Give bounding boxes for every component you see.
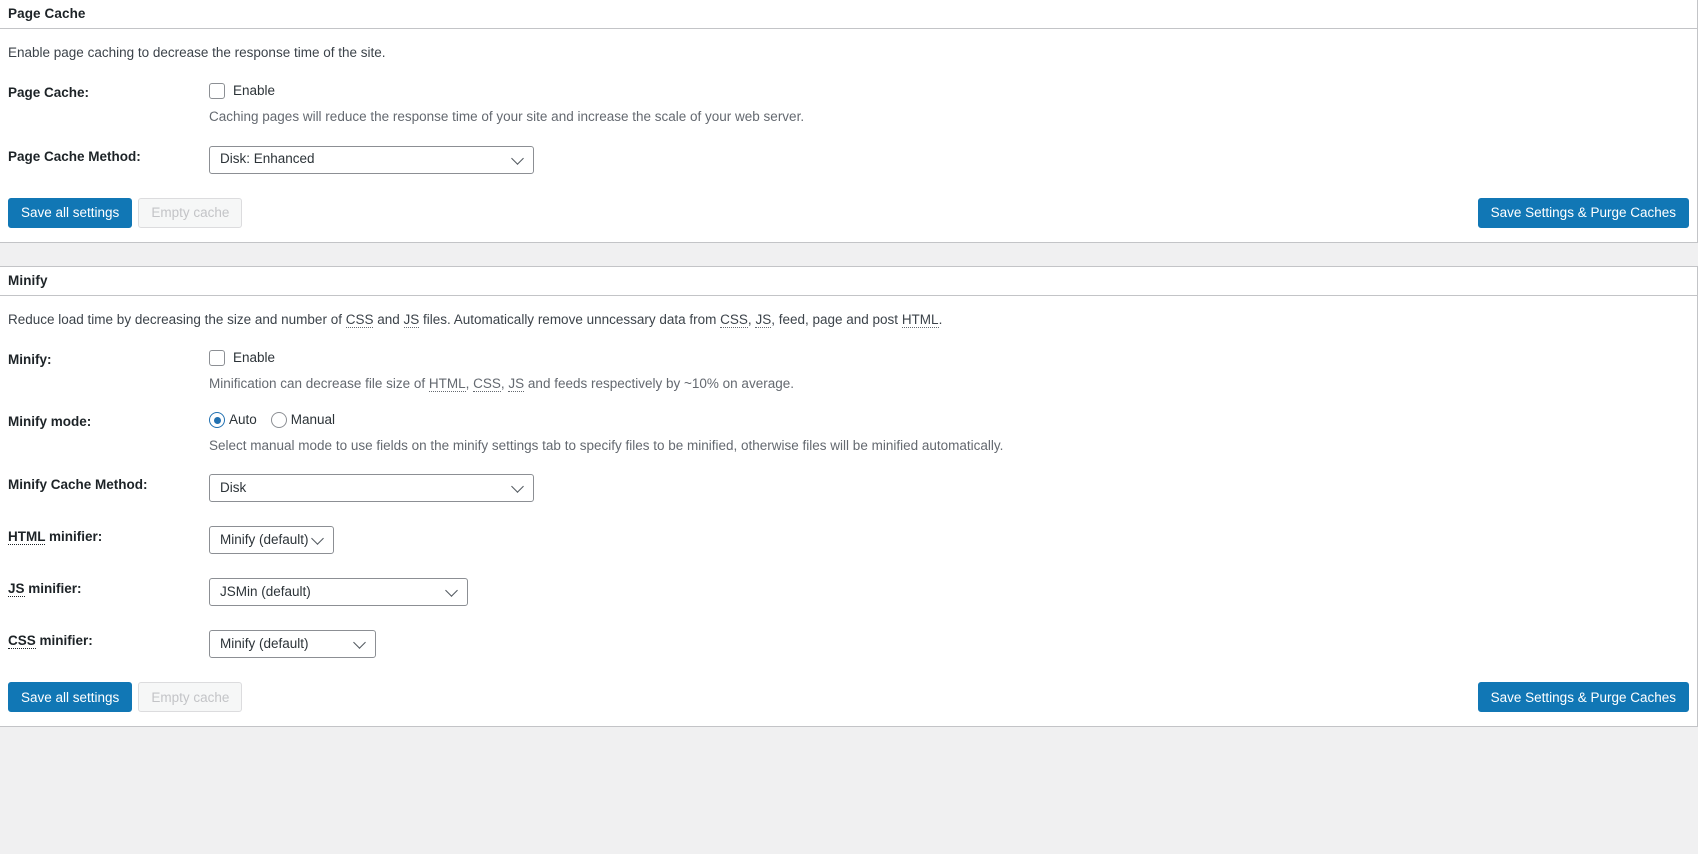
page-cache-enable-help: Caching pages will reduce the response t… [209,109,805,125]
page-cache-save-all-settings-button[interactable]: Save all settings [8,197,133,228]
minify-empty-cache-button[interactable]: Empty cache [138,682,243,713]
page-cache-method-row: Page Cache Method: Disk: Enhanced [0,134,1697,186]
page-cache-description: Enable page caching to decrease the resp… [8,45,386,60]
page-cache-save-purge-button[interactable]: Save Settings & Purge Caches [1477,197,1689,228]
css-minifier-row: CSS minifier: Minify (default) [0,618,1697,670]
minify-mode-row: Minify mode: Auto Manual Select manual m… [0,400,1697,462]
css-minifier-label-rest: minifier: [35,633,93,649]
html-abbr: HTML [428,375,466,392]
minify-title: Minify [8,272,48,288]
page-cache-enable-cell: Enable Caching pages will reduce the res… [209,71,1697,133]
minify-header: Minify [0,266,1697,296]
page-cache-submit-bar: Save all settings Empty cache Save Setti… [0,186,1697,242]
html-abbr: HTML [8,529,46,546]
page-cache-enable-checkbox-label: Enable [233,83,276,99]
minify-mode-help: Select manual mode to use fields on the … [209,438,1004,453]
page-cache-enable-checkbox-wrap[interactable]: Enable [209,82,1687,100]
minify-cache-method-select[interactable]: Disk [209,474,534,503]
page-cache-method-label: Page Cache Method: [8,148,141,164]
minify-enable-checkbox-wrap[interactable]: Enable [209,349,1687,367]
js-abbr: JS [8,581,25,598]
section-separator [0,242,1698,266]
html-minifier-label: HTML minifier: [0,514,209,566]
html-minifier-cell: Minify (default) [209,514,1697,566]
html-minifier-select[interactable]: Minify (default) [209,526,334,555]
css-abbr: CSS [720,311,748,328]
minify-save-purge-button[interactable]: Save Settings & Purge Caches [1477,682,1689,713]
minify-cache-method-cell: Disk [209,462,1697,514]
minify-submit-bar: Save all settings Empty cache Save Setti… [0,670,1697,726]
css-abbr: CSS [8,633,36,650]
html-abbr: HTML [901,311,939,328]
minify-cache-method-row: Minify Cache Method: Disk [0,462,1697,514]
radio-selected-icon[interactable] [209,412,225,428]
css-abbr: CSS [473,375,501,392]
minify-description: Reduce load time by decreasing the size … [8,311,943,328]
page-cache-empty-cache-button[interactable]: Empty cache [138,197,243,228]
page-cache-section: Page Cache Enable page caching to decrea… [0,0,1698,243]
minify-mode-auto-label: Auto [229,411,257,427]
page-cache-right-buttons: Save Settings & Purge Caches [1477,197,1689,228]
minify-mode-manual-label: Manual [290,411,336,427]
page-cache-left-buttons: Save all settings Empty cache [8,197,243,228]
page-cache-method-cell: Disk: Enhanced [209,134,1697,186]
js-abbr: JS [403,311,420,328]
settings-page: Page Cache Enable page caching to decrea… [0,0,1698,854]
js-minifier-select[interactable]: JSMin (default) [209,578,468,607]
minify-enable-checkbox-label: Enable [233,349,276,365]
checkbox-icon[interactable] [209,83,225,100]
page-cache-method-value: Disk: Enhanced [220,151,315,167]
js-minifier-label: JS minifier: [0,566,209,618]
js-abbr: JS [755,311,772,328]
page-cache-method-select[interactable]: Disk: Enhanced [209,145,534,174]
js-minifier-label-rest: minifier: [24,581,82,597]
css-minifier-value: Minify (default) [220,636,309,652]
minify-form: Minify: Enable Minification can decrease… [0,338,1697,671]
page-cache-header: Page Cache [0,0,1697,29]
page-cache-body: Enable page caching to decrease the resp… [0,29,1697,242]
minify-right-buttons: Save Settings & Purge Caches [1477,682,1689,713]
checkbox-icon[interactable] [209,349,225,366]
minify-enable-label: Minify: [8,351,52,367]
minify-mode-label: Minify mode: [8,414,92,429]
minify-mode-auto-option[interactable]: Auto [209,411,267,429]
css-minifier-select[interactable]: Minify (default) [209,630,376,659]
js-minifier-cell: JSMin (default) [209,566,1697,618]
minify-mode-manual-option[interactable]: Manual [270,411,345,429]
minify-body: Reduce load time by decreasing the size … [0,296,1697,727]
html-minifier-value: Minify (default) [220,532,309,548]
page-cache-title: Page Cache [8,6,86,22]
js-abbr: JS [508,375,525,392]
html-minifier-row: HTML minifier: Minify (default) [0,514,1697,566]
page-cache-enable-row: Page Cache: Enable Caching pages will re… [0,71,1697,133]
css-abbr: CSS [345,311,374,328]
radio-unselected-icon[interactable] [270,412,287,428]
css-minifier-label: CSS minifier: [0,618,209,670]
minify-enable-cell: Enable Minification can decrease file si… [209,338,1697,400]
html-minifier-label-rest: minifier: [45,529,103,545]
minify-cache-method-label: Minify Cache Method: [8,477,148,493]
minify-cache-method-value: Disk [220,480,247,496]
minify-mode-cell: Auto Manual Select manual mode to use fi… [209,400,1697,462]
minify-enable-help: Minification can decrease file size of H… [209,375,794,392]
js-minifier-value: JSMin (default) [220,584,311,600]
minify-section: Minify Reduce load time by decreasing th… [0,265,1698,728]
page-cache-form: Page Cache: Enable Caching pages will re… [0,71,1697,185]
minify-save-all-settings-button[interactable]: Save all settings [8,682,133,713]
page-cache-enable-label: Page Cache: [8,85,90,101]
js-minifier-row: JS minifier: JSMin (default) [0,566,1697,618]
minify-left-buttons: Save all settings Empty cache [8,682,243,713]
minify-enable-row: Minify: Enable Minification can decrease… [0,338,1697,400]
minify-mode-radio-group: Auto Manual [209,411,1687,429]
css-minifier-cell: Minify (default) [209,618,1697,670]
